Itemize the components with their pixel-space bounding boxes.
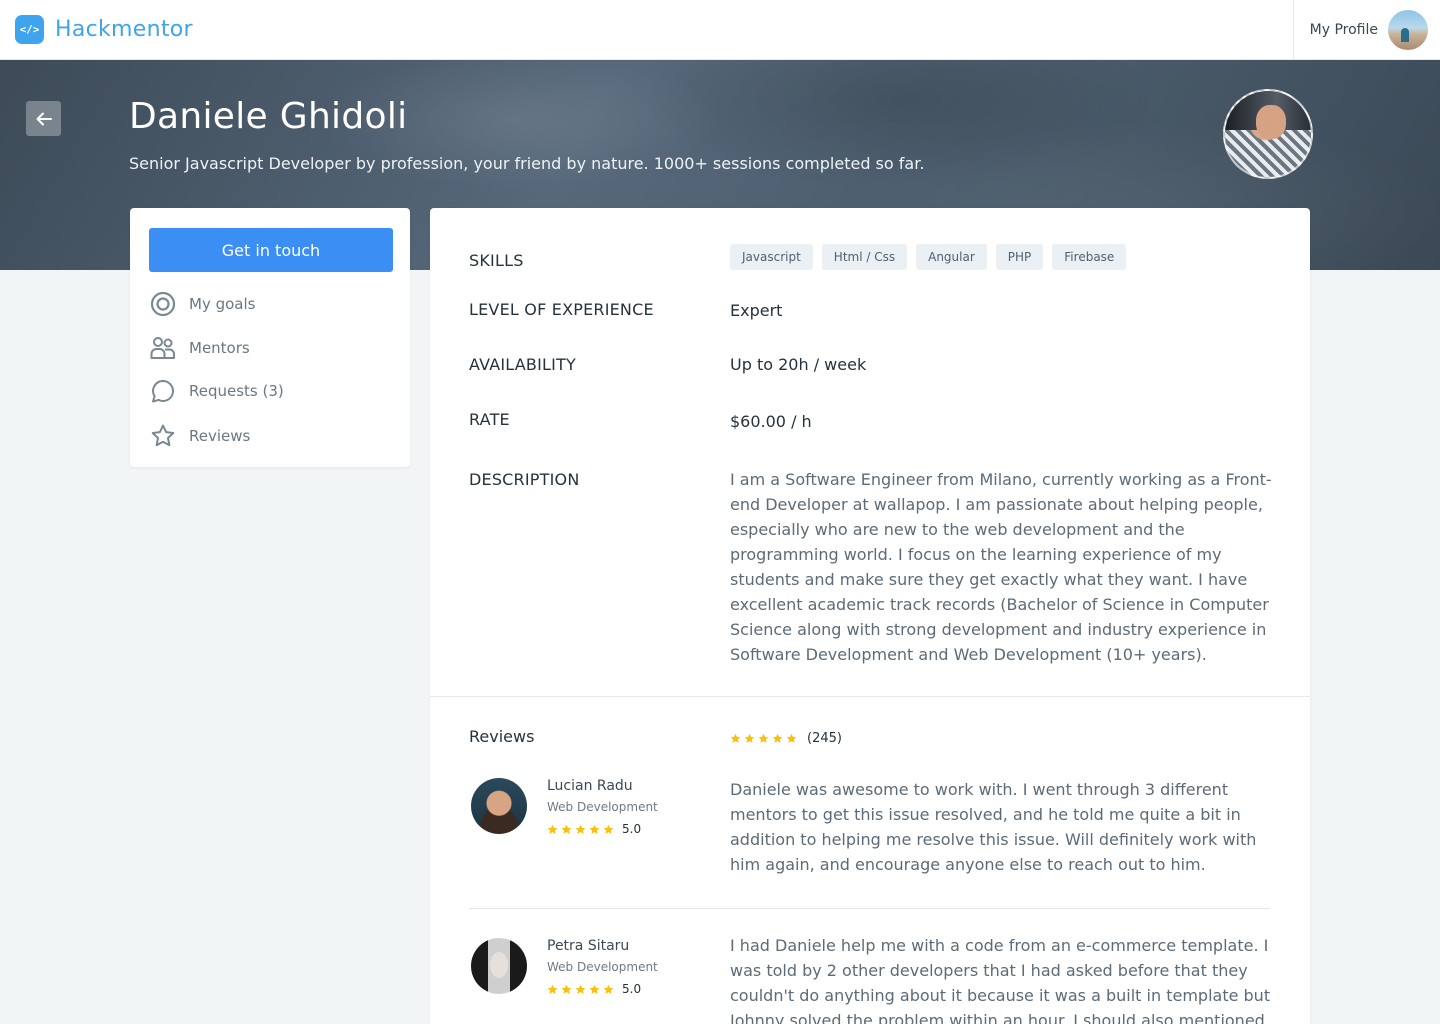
- star-filled-icon: [603, 824, 614, 834]
- sidebar-item-reviews[interactable]: Reviews: [150, 423, 250, 449]
- reviewer-stars: [547, 984, 614, 995]
- sidebar-item-requests[interactable]: Requests (3): [150, 378, 284, 404]
- star-icon: [151, 424, 175, 447]
- availability-label: AVAILABILITY: [469, 355, 577, 374]
- sidebar-item-label: My goals: [189, 295, 256, 313]
- reviewer-category: Web Development: [547, 800, 658, 814]
- star-filled-icon: [744, 733, 755, 743]
- skills-label: SKILLS: [469, 251, 524, 270]
- star-filled-icon: [730, 733, 741, 743]
- mentor-details-card: SKILLS Javascript Html / Css Angular PHP…: [430, 208, 1310, 1024]
- reviewer-score: 5.0: [622, 822, 642, 836]
- reviewer-rating: 5.0: [547, 822, 641, 836]
- review-text: Daniele was awesome to work with. I went…: [730, 780, 1257, 874]
- star-filled-icon: [772, 733, 783, 743]
- get-in-touch-button[interactable]: Get in touch: [149, 228, 393, 272]
- reviews-heading: Reviews: [469, 727, 535, 746]
- description-text: I am a Software Engineer from Milano, cu…: [730, 470, 1272, 664]
- code-icon: </>: [15, 15, 44, 44]
- reviewer-avatar: [471, 938, 527, 994]
- avatar[interactable]: [1388, 10, 1428, 50]
- mentor-tagline: Senior Javascript Developer by professio…: [129, 154, 925, 173]
- overall-stars: [730, 733, 797, 744]
- skill-tag: PHP: [995, 244, 1044, 270]
- skill-tag: Firebase: [1052, 244, 1127, 270]
- overall-rating: (245): [730, 731, 842, 746]
- review-text: I had Daniele help me with a code from a…: [730, 936, 1271, 1024]
- star-filled-icon: [589, 984, 600, 994]
- sidebar-item-label: Mentors: [189, 339, 250, 357]
- experience-value: Expert: [730, 301, 783, 320]
- review-divider: [469, 908, 1270, 909]
- star-filled-icon: [603, 984, 614, 994]
- rate-value: $60.00 / h: [730, 412, 812, 431]
- review-count: (245): [807, 731, 842, 746]
- chat-bubble-icon: [152, 380, 174, 403]
- reviewer-name: Petra Sitaru: [547, 938, 630, 954]
- sidebar-item-label: Reviews: [189, 427, 251, 445]
- availability-value: Up to 20h / week: [730, 355, 867, 374]
- mentor-name: Daniele Ghidoli: [129, 96, 408, 137]
- star-filled-icon: [547, 984, 558, 994]
- skill-tag: Angular: [916, 244, 987, 270]
- target-icon: [150, 291, 176, 317]
- brand-logo[interactable]: </> Hackmentor: [15, 15, 193, 44]
- star-filled-icon: [547, 824, 558, 834]
- users-icon: [150, 337, 175, 359]
- sidebar: Get in touch My goals Mentors Requests (…: [130, 208, 410, 467]
- rate-label: RATE: [469, 410, 510, 429]
- top-bar: </> Hackmentor My Profile: [0, 0, 1440, 60]
- profile-label: My Profile: [1309, 22, 1378, 38]
- reviewer-category: Web Development: [547, 960, 658, 974]
- reviewer-score: 5.0: [622, 982, 642, 996]
- arrow-left-icon: [36, 112, 52, 125]
- skill-tag: Html / Css: [821, 244, 908, 270]
- experience-label: LEVEL OF EXPERIENCE: [469, 300, 654, 319]
- skill-tag: Javascript: [730, 244, 813, 270]
- description-label: DESCRIPTION: [469, 470, 580, 489]
- reviewer-stars: [547, 824, 614, 835]
- star-filled-icon: [786, 733, 797, 743]
- back-button[interactable]: [26, 101, 61, 136]
- brand-name: Hackmentor: [55, 17, 193, 42]
- reviewer-avatar: [471, 778, 527, 834]
- star-filled-icon: [561, 824, 572, 834]
- star-filled-icon: [575, 824, 586, 834]
- mentor-avatar: [1223, 89, 1313, 179]
- section-divider: [430, 696, 1310, 697]
- star-filled-icon: [758, 733, 769, 743]
- sidebar-item-label: Requests (3): [189, 382, 284, 400]
- profile-menu[interactable]: My Profile: [1293, 0, 1440, 60]
- star-filled-icon: [561, 984, 572, 994]
- sidebar-item-my-goals[interactable]: My goals: [150, 291, 255, 317]
- sidebar-item-mentors[interactable]: Mentors: [150, 335, 250, 361]
- star-filled-icon: [589, 824, 600, 834]
- star-filled-icon: [575, 984, 586, 994]
- reviewer-name: Lucian Radu: [547, 778, 633, 794]
- skills-list: Javascript Html / Css Angular PHP Fireba…: [730, 244, 1127, 270]
- reviewer-rating: 5.0: [547, 982, 641, 996]
